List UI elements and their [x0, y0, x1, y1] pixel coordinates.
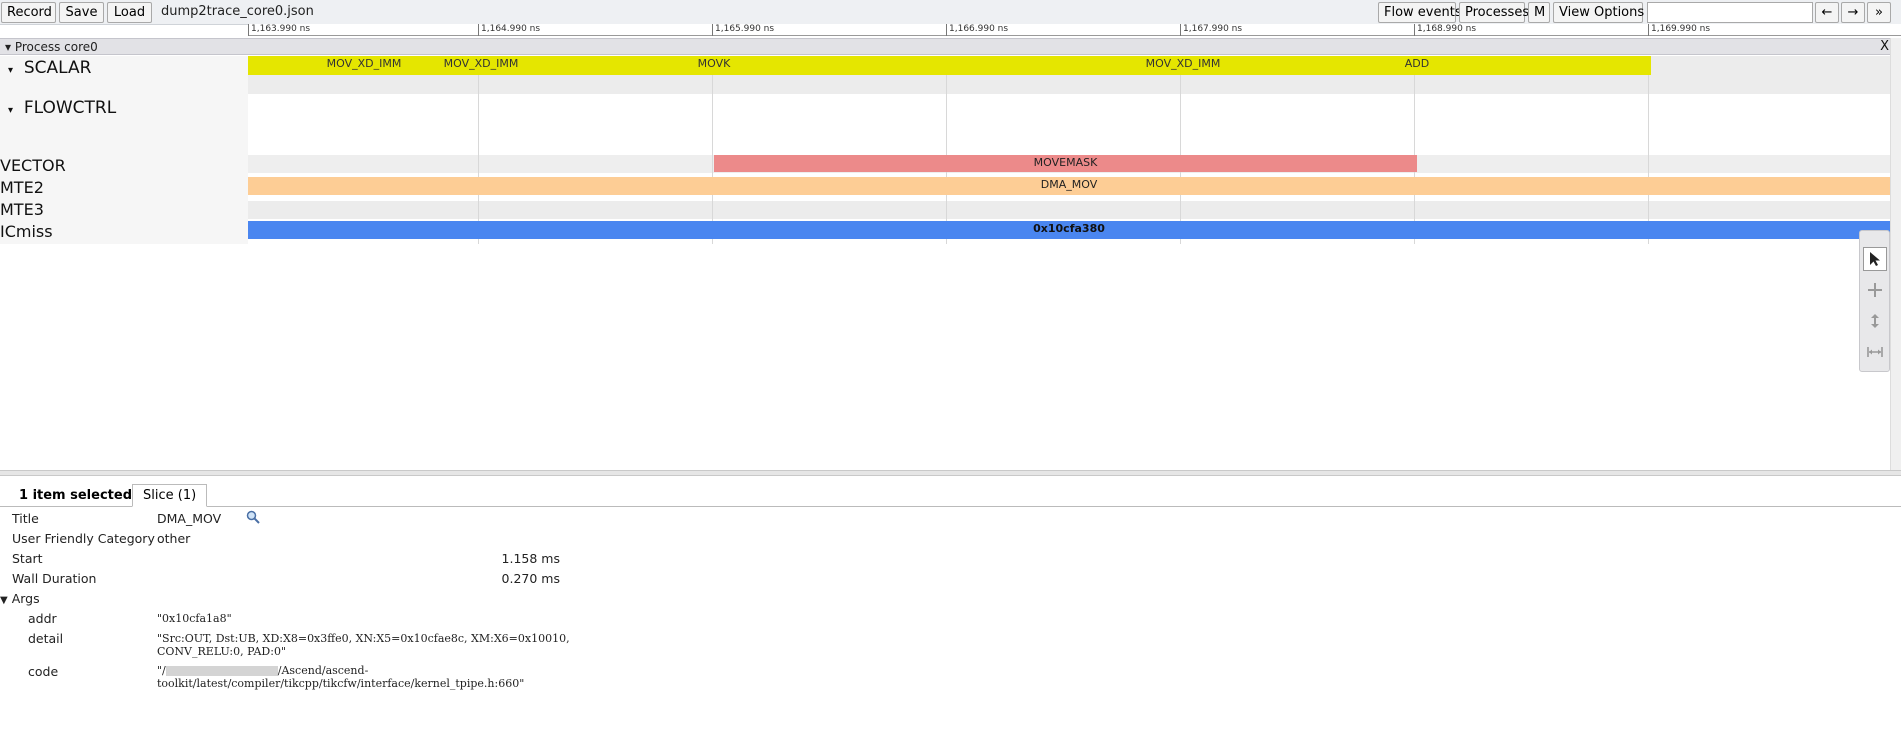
duration-label: Wall Duration: [12, 571, 97, 586]
load-button[interactable]: Load: [107, 2, 152, 23]
scalar-slice-label[interactable]: MOVK: [698, 57, 731, 70]
timing-tool-icon[interactable]: [1863, 340, 1887, 364]
mte2-slice-dma-mov[interactable]: DMA_MOV: [248, 177, 1890, 195]
ruler-tick: 1,169.990 ns: [1648, 24, 1710, 36]
ruler-tick: 1,165.990 ns: [712, 24, 774, 36]
expand-icon[interactable]: ▼: [0, 595, 8, 606]
record-button[interactable]: Record: [1, 2, 56, 23]
zoom-tool-icon[interactable]: [1863, 309, 1887, 333]
grid-line: [712, 56, 713, 244]
detail-value-line2: CONV_RELU:0, PAD:0": [157, 645, 287, 658]
ruler-tick: 1,163.990 ns: [248, 24, 310, 36]
selection-summary: 1 item selected.: [19, 488, 137, 503]
next-result-button[interactable]: →: [1841, 2, 1865, 23]
search-input[interactable]: [1647, 2, 1813, 23]
selection-tool-icon[interactable]: [1863, 247, 1887, 271]
args-toggle[interactable]: ▼ Args: [0, 591, 40, 606]
args-label: Args: [11, 591, 40, 606]
tool-palette: [1859, 230, 1890, 372]
search-icon[interactable]: [246, 510, 260, 527]
track-flowctrl[interactable]: ▾ FLOWCTRL: [8, 98, 116, 118]
close-icon[interactable]: X: [1880, 39, 1889, 54]
track-mte3-label: MTE3: [0, 200, 44, 219]
analysis-header: 1 item selected. Slice (1): [0, 482, 1901, 507]
title-value: DMA_MOV: [157, 511, 222, 526]
grid-line: [946, 56, 947, 244]
category-label: User Friendly Category: [12, 531, 155, 546]
scalar-slice-label[interactable]: MOV_XD_IMM: [444, 57, 519, 70]
toolbar: Record Save Load dump2trace_core0.json F…: [0, 0, 1901, 25]
time-ruler[interactable]: 1,163.990 ns 1,164.990 ns 1,165.990 ns 1…: [248, 24, 1901, 36]
trace-filename: dump2trace_core0.json: [161, 4, 314, 19]
grid-line: [1648, 56, 1649, 244]
track-scalar[interactable]: ▾ SCALAR: [8, 58, 91, 78]
tab-slice[interactable]: Slice (1): [132, 484, 208, 507]
duration-value: 0.270 ms: [501, 571, 560, 586]
code-label: code: [28, 664, 59, 679]
processes-button[interactable]: Processes: [1459, 2, 1529, 23]
start-value: 1.158 ms: [501, 551, 560, 566]
start-label: Start: [12, 551, 43, 566]
code-value-line1: "/ /Ascend/ascend-: [157, 664, 368, 677]
grid-line: [478, 56, 479, 244]
save-button[interactable]: Save: [59, 2, 104, 23]
addr-value: "0x10cfa1a8": [157, 612, 232, 625]
view-options-button[interactable]: View Options: [1553, 2, 1644, 23]
scalar-slice-label[interactable]: MOV_XD_IMM: [327, 57, 402, 70]
grid-line: [1180, 56, 1181, 244]
track-flowctrl-label: FLOWCTRL: [23, 98, 117, 118]
process-title: ▾ Process core0: [5, 40, 98, 54]
ruler-tick: 1,166.990 ns: [946, 24, 1008, 36]
grid-line: [1414, 56, 1415, 244]
collapse-icon[interactable]: ▾: [8, 65, 13, 76]
code-value-line2: toolkit/latest/compiler/tikcpp/tikcfw/in…: [157, 677, 525, 690]
more-button[interactable]: »: [1867, 2, 1891, 23]
addr-label: addr: [28, 611, 57, 626]
flow-events-button[interactable]: Flow events: [1378, 2, 1462, 23]
track-icmiss-label: ICmiss: [0, 222, 53, 241]
ruler-tick: 1,168.990 ns: [1414, 24, 1476, 36]
process-title-text: Process core0: [14, 40, 98, 54]
metadata-button[interactable]: M: [1528, 2, 1550, 23]
prev-result-button[interactable]: ←: [1815, 2, 1839, 23]
category-value: other: [157, 531, 191, 546]
ruler-tick: 1,167.990 ns: [1180, 24, 1242, 36]
detail-label: detail: [28, 631, 64, 646]
panel-splitter[interactable]: [0, 470, 1901, 476]
mte3-row-bg: [248, 201, 1890, 219]
pan-tool-icon[interactable]: [1863, 278, 1887, 302]
track-vector-label: VECTOR: [0, 156, 66, 175]
track-scalar-label: SCALAR: [23, 58, 92, 78]
ruler-tick: 1,164.990 ns: [478, 24, 540, 36]
process-header[interactable]: ▾ Process core0 X: [0, 38, 1895, 55]
redacted-path: [165, 666, 278, 676]
title-label: Title: [12, 511, 39, 526]
collapse-icon[interactable]: ▾: [8, 105, 13, 116]
scalar-slice-label[interactable]: MOV_XD_IMM: [1146, 57, 1221, 70]
code-path-suffix: /Ascend/ascend-: [277, 664, 369, 677]
scalar-slice-label[interactable]: ADD: [1405, 57, 1429, 70]
track-mte2-label: MTE2: [0, 178, 44, 197]
code-path-prefix: "/: [157, 664, 166, 677]
icmiss-slice[interactable]: 0x10cfa380: [248, 221, 1890, 239]
vector-slice-movemask[interactable]: MOVEMASK: [714, 155, 1417, 172]
vertical-scrollbar[interactable]: [1890, 38, 1901, 470]
detail-value-line1: "Src:OUT, Dst:UB, XD:X8=0x3ffe0, XN:X5=0…: [157, 632, 570, 645]
